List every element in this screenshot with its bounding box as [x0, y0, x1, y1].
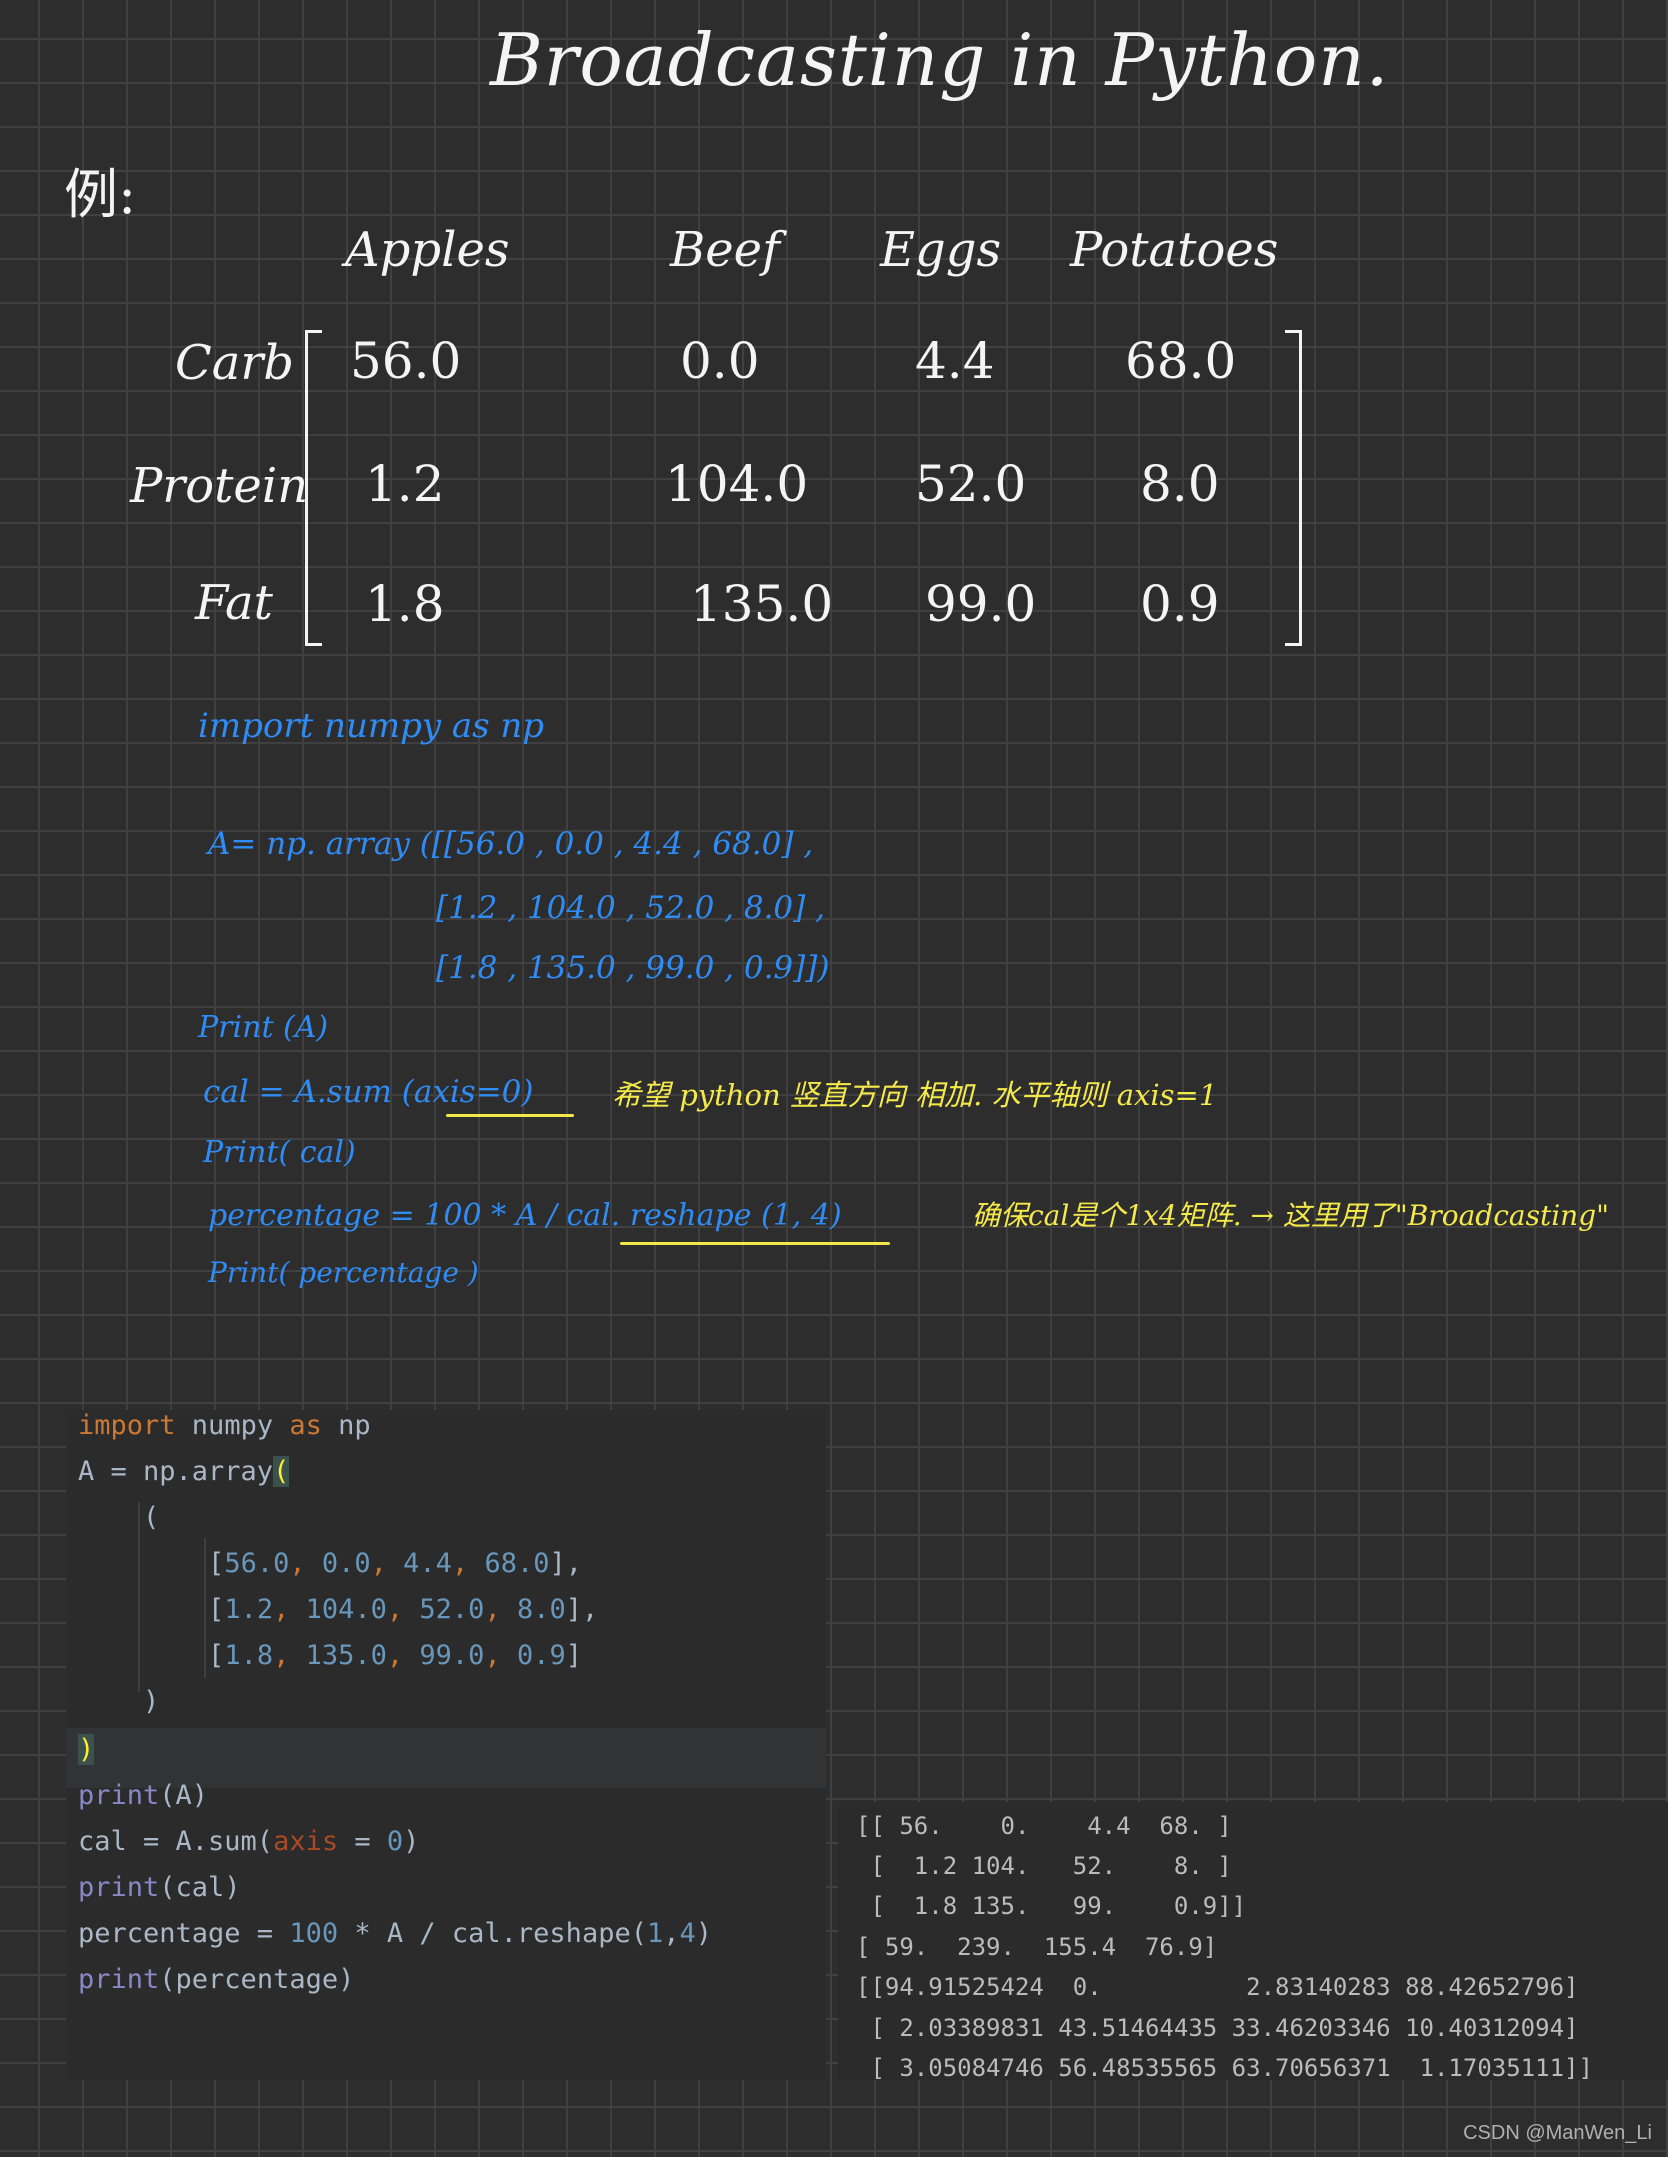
matrix-cell: 1.8	[365, 575, 445, 633]
ide-line-close-inner: )	[78, 1686, 160, 1717]
ide-line-print-cal: print(cal)	[78, 1872, 241, 1903]
matrix-cell: 4.4	[915, 332, 995, 390]
hw-percentage-line: percentage = 100 * A / cal. reshape (1, …	[208, 1198, 842, 1233]
ide-line-print-percentage: print(percentage)	[78, 1964, 355, 1995]
output-line: [ 59. 239. 155.4 76.9]	[856, 1933, 1218, 1961]
hw-array-line-3: [1.8 , 135.0 , 99.0 , 0.9]])	[436, 950, 830, 986]
matrix-cell: 8.0	[1140, 455, 1220, 513]
nutrition-matrix: Apples Beef Eggs Potatoes Carb Protein F…	[130, 210, 1320, 660]
output-line: [[94.91525424 0. 2.83140283 88.42652796]	[856, 1973, 1579, 2001]
output-line: [ 1.8 135. 99. 0.9]]	[856, 1892, 1247, 1920]
matrix-cell: 56.0	[350, 332, 462, 390]
matrix-cell: 0.0	[680, 332, 760, 390]
column-label-eggs: Eggs	[880, 222, 1002, 278]
hw-print-percentage: Print( percentage )	[208, 1256, 479, 1289]
hw-array-line-1: A= np. array ([[56.0 , 0.0 , 4.4 , 68.0]…	[208, 826, 814, 862]
watermark: CSDN @ManWen_Li	[1463, 2122, 1652, 2144]
output-line: [[ 56. 0. 4.4 68. ]	[856, 1812, 1232, 1840]
ide-line-open: (	[78, 1502, 160, 1533]
ide-line-array: A = np.array(	[78, 1456, 290, 1487]
matrix-cell: 1.2	[365, 455, 445, 513]
ide-line-row-2: [1.2, 104.0, 52.0, 8.0],	[78, 1594, 599, 1625]
matrix-cell: 0.9	[1140, 575, 1220, 633]
column-label-apples: Apples	[345, 222, 510, 278]
row-label-carb: Carb	[175, 335, 295, 391]
ide-line-row-1: [56.0, 0.0, 4.4, 68.0],	[78, 1548, 582, 1579]
matrix-cell: 135.0	[690, 575, 834, 633]
output-line: [ 1.2 104. 52. 8. ]	[856, 1852, 1232, 1880]
hw-percentage-note: 确保cal是个1x4矩阵. → 这里用了"Broadcasting"	[972, 1199, 1610, 1232]
column-label-beef: Beef	[670, 222, 780, 278]
hw-print-a: Print (A)	[198, 1010, 329, 1045]
console-output: [[ 56. 0. 4.4 68. ] [ 1.2 104. 52. 8. ] …	[838, 1802, 1668, 2082]
matrix-left-bracket	[305, 330, 322, 646]
hw-cal-note: 希望 python 竖直方向 相加. 水平轴则 axis=1	[612, 1078, 1218, 1112]
ide-line-row-3: [1.8, 135.0, 99.0, 0.9]	[78, 1640, 582, 1671]
hw-array-line-2: [1.2 , 104.0 , 52.0 , 8.0] ,	[436, 890, 825, 926]
hw-reshape-underline	[620, 1242, 890, 1245]
ide-code-panel: import numpy as np A = np.array( ( [56.0…	[66, 1410, 826, 2080]
hw-axis-underline	[446, 1114, 574, 1117]
hw-print-cal: Print( cal)	[203, 1135, 356, 1170]
ide-line-import: import numpy as np	[78, 1410, 371, 1441]
ide-line-cal: cal = A.sum(axis = 0)	[78, 1826, 420, 1857]
matrix-cell: 104.0	[665, 455, 809, 513]
ide-line-close-outer: )	[78, 1734, 95, 1765]
row-label-protein: Protein	[130, 458, 309, 514]
column-label-potatoes: Potatoes	[1070, 222, 1279, 278]
example-label: 例:	[64, 163, 137, 226]
output-line: [ 3.05084746 56.48535565 63.70656371 1.1…	[856, 2054, 1593, 2082]
hw-cal-line: cal = A.sum (axis=0)	[203, 1074, 534, 1110]
row-label-fat: Fat	[195, 575, 273, 631]
matrix-cell: 52.0	[915, 455, 1027, 513]
ide-line-percentage: percentage = 100 * A / cal.reshape(1,4)	[78, 1918, 713, 1949]
matrix-right-bracket	[1285, 330, 1302, 646]
output-line: [ 2.03389831 43.51464435 33.46203346 10.…	[856, 2014, 1579, 2042]
ide-line-print-a: print(A)	[78, 1780, 209, 1811]
matrix-cell: 99.0	[925, 575, 1037, 633]
hw-import-line: import numpy as np	[198, 706, 545, 746]
page-title: Broadcasting in Python.	[490, 18, 1390, 102]
matrix-cell: 68.0	[1125, 332, 1237, 390]
